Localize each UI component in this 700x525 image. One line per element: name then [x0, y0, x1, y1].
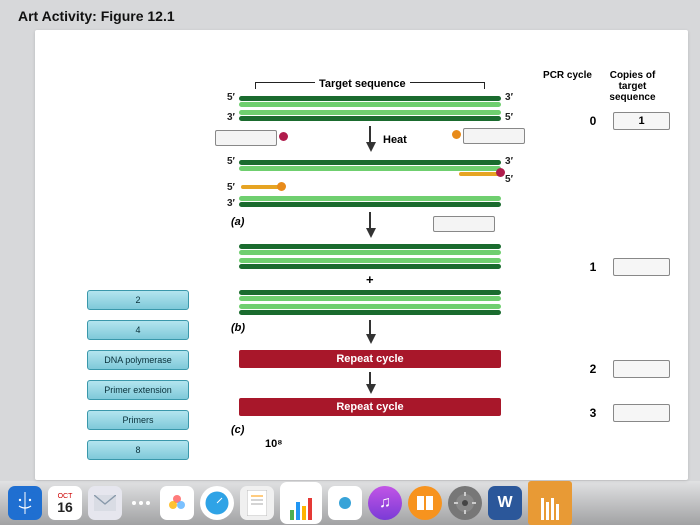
dock-dots	[132, 501, 150, 505]
cycle-number: 2	[579, 362, 607, 376]
drag-label[interactable]: 2	[87, 290, 189, 310]
arrow-stem	[369, 126, 371, 142]
primer	[241, 185, 281, 189]
dna-strand	[239, 116, 501, 121]
calendar-day: 16	[57, 500, 73, 514]
drop-slot[interactable]	[463, 128, 525, 144]
dna-strand	[239, 264, 501, 269]
end-5p: 5′	[227, 182, 235, 193]
cycle-row-3: 3	[579, 404, 670, 422]
dna-strand	[239, 96, 501, 101]
primer	[459, 172, 499, 176]
pcr-diagram: Target sequence 5′ 3′ 3′ 5′ Heat 5′ 3′	[215, 82, 525, 502]
system-preferences-icon[interactable]	[448, 486, 482, 520]
copies-drop-3[interactable]	[613, 404, 670, 422]
photos-icon[interactable]	[160, 486, 194, 520]
end-3p: 3′	[227, 198, 235, 209]
step-b-label: (b)	[231, 322, 245, 334]
ball-icon	[496, 168, 505, 177]
finder-icon[interactable]	[8, 486, 42, 520]
macos-dock: OCT 16 ♫ W	[0, 481, 700, 525]
end-3p: 3′	[505, 92, 513, 103]
dna-strand	[239, 258, 501, 263]
dna-strand	[239, 110, 501, 115]
dna-strand	[239, 202, 501, 207]
dna-strand	[239, 166, 501, 171]
dna-strand	[239, 304, 501, 309]
activity-page: 2 4 DNA polymerase Primer extension Prim…	[35, 30, 688, 480]
ibooks-icon[interactable]	[408, 486, 442, 520]
copies-value-0: 1	[613, 112, 670, 130]
ball-icon	[277, 182, 286, 191]
drag-label[interactable]: DNA polymerase	[87, 350, 189, 370]
drag-label-palette: 2 4 DNA polymerase Primer extension Prim…	[87, 290, 189, 460]
end-5p: 5′	[505, 112, 513, 123]
table-headers: PCR cycle Copies of target sequence	[540, 70, 660, 103]
dna-strand	[239, 196, 501, 201]
header-copies: Copies of target sequence	[605, 70, 660, 103]
arrow-stem	[369, 212, 371, 228]
dna-strand	[239, 290, 501, 295]
arrow-down-icon	[366, 228, 376, 238]
mail-icon[interactable]	[88, 486, 122, 520]
cycle-row-0: 0 1	[579, 112, 670, 130]
end-5p: 5′	[227, 92, 235, 103]
copies-drop-1[interactable]	[613, 258, 670, 276]
end-5p: 5′	[505, 174, 513, 185]
dna-strand	[239, 310, 501, 315]
polymerase-icon	[279, 132, 288, 141]
books-icon[interactable]	[528, 481, 572, 525]
itunes-icon[interactable]: ♫	[368, 486, 402, 520]
drop-slot[interactable]	[433, 216, 495, 232]
polymerase-icon	[452, 130, 461, 139]
cycle-row-2: 2	[579, 360, 670, 378]
cycle-number: 3	[579, 406, 607, 420]
repeat-cycle-bar: Repeat cycle	[239, 350, 501, 368]
drop-slot[interactable]	[215, 130, 277, 146]
end-3p: 3′	[227, 112, 235, 123]
copies-drop-2[interactable]	[613, 360, 670, 378]
cycle-number: 1	[579, 260, 607, 274]
drag-label[interactable]: 8	[87, 440, 189, 460]
safari-icon[interactable]	[200, 486, 234, 520]
heat-label: Heat	[383, 134, 407, 146]
header-pcr-cycle: PCR cycle	[540, 70, 595, 103]
arrow-down-icon	[366, 142, 376, 152]
arrow-stem	[369, 320, 371, 334]
exponent-label: 10⁸	[265, 438, 282, 450]
step-c-label: (c)	[231, 424, 244, 436]
numbers-icon[interactable]	[280, 482, 322, 524]
cycle-row-1: 1	[579, 258, 670, 276]
end-5p: 5′	[227, 156, 235, 167]
pages-icon[interactable]	[240, 486, 274, 520]
plus-icon: +	[366, 272, 374, 287]
dna-strand	[239, 250, 501, 255]
drag-label[interactable]: 4	[87, 320, 189, 340]
app-icon[interactable]	[328, 486, 362, 520]
arrow-stem	[369, 372, 371, 384]
page-title: Art Activity: Figure 12.1	[18, 8, 175, 24]
word-icon[interactable]: W	[488, 486, 522, 520]
target-sequence-label: Target sequence	[315, 78, 410, 90]
cycle-number: 0	[579, 114, 607, 128]
repeat-cycle-bar: Repeat cycle	[239, 398, 501, 416]
dna-strand	[239, 102, 501, 107]
viewport: Art Activity: Figure 12.1 2 4 DNA polyme…	[0, 0, 700, 525]
calendar-icon[interactable]: OCT 16	[48, 486, 82, 520]
arrow-down-icon	[366, 334, 376, 344]
step-a-label: (a)	[231, 216, 244, 228]
drag-label[interactable]: Primers	[87, 410, 189, 430]
dna-strand	[239, 160, 501, 165]
arrow-down-icon	[366, 384, 376, 394]
dna-strand	[239, 244, 501, 249]
dna-strand	[239, 296, 501, 301]
end-3p: 3′	[505, 156, 513, 167]
drag-label[interactable]: Primer extension	[87, 380, 189, 400]
